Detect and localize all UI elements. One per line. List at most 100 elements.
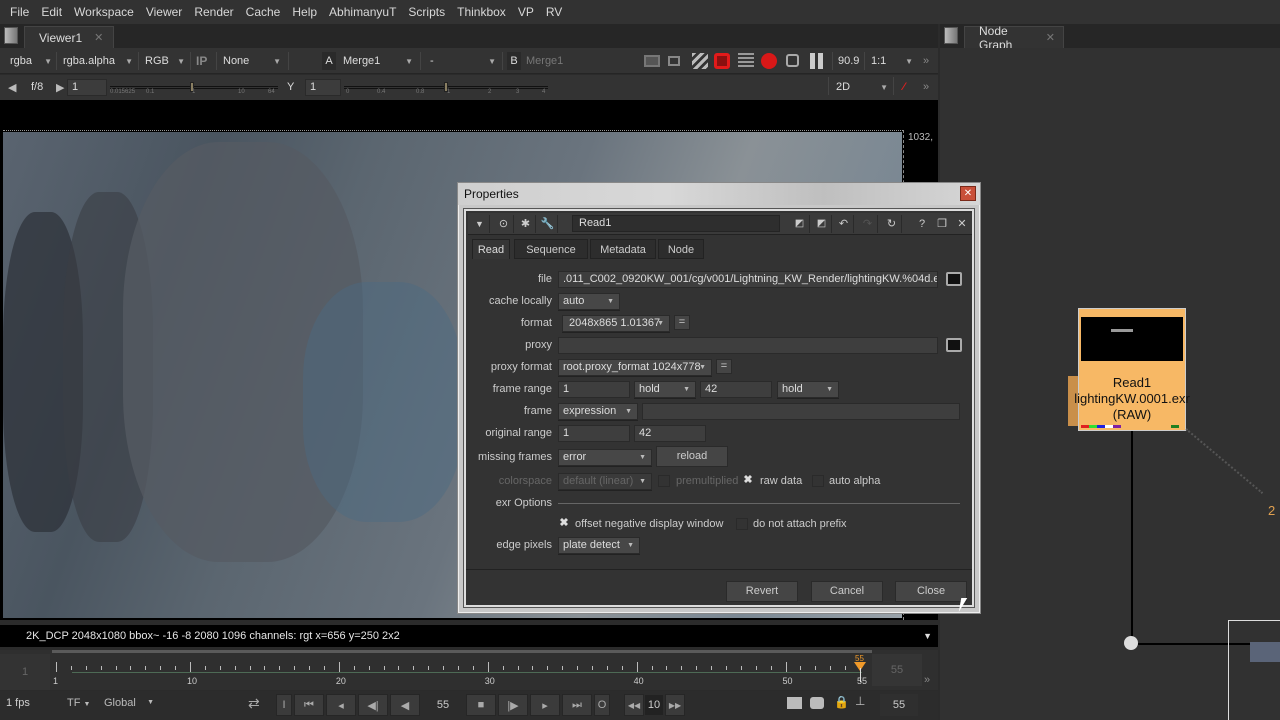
roi-icon[interactable] [786,54,799,67]
tab-viewer1[interactable]: Viewer1 ✕ [24,26,114,48]
frame-mode-dropdown[interactable]: expression ▼ [558,403,638,420]
missing-frames-dropdown[interactable]: error ▼ [558,449,652,466]
pause-icon[interactable] [810,53,823,69]
loop-mode-icon[interactable]: ⇄ [248,695,260,712]
tab-sequence[interactable]: Sequence [514,239,588,259]
flipbook-icon[interactable] [787,697,802,709]
menu-render[interactable]: Render [188,5,239,19]
tab-metadata[interactable]: Metadata [590,239,656,259]
timeline-scale[interactable]: 1 10 20 30 40 50 55 55 [52,654,867,688]
pane-menu-handle[interactable] [944,27,958,44]
current-frame-input[interactable]: 55 [425,694,461,716]
play-backward-icon[interactable]: ◀ [390,694,420,716]
cache-locally-dropdown[interactable]: auto ▼ [558,293,620,310]
close-icon[interactable]: ✕ [960,186,976,201]
format-edit-button[interactable]: = [674,315,690,330]
cancel-button[interactable]: Cancel [811,581,883,602]
original-range-start-input[interactable]: 1 [558,425,630,442]
expand-toolbar-icon[interactable]: » [923,78,929,96]
original-range-end-input[interactable]: 42 [634,425,706,442]
offset-negative-checkbox[interactable]: ✖ [558,518,570,530]
frame-expression-input[interactable] [642,403,960,420]
first-frame-icon[interactable]: ⏮ [294,694,324,716]
last-frame-icon[interactable]: ⏭ [562,694,592,716]
step-increment-input[interactable]: 10 [645,695,663,715]
wrench-icon[interactable]: 🔧 [538,215,558,233]
reload-button[interactable]: reload [656,446,728,467]
skip-back-icon[interactable]: ◀◀ [624,694,644,716]
out-frame-input[interactable]: 55 [880,694,918,716]
redo-icon[interactable]: ↷ [858,215,878,233]
menu-file[interactable]: File [4,5,35,19]
timeline-end-frame[interactable]: 55 [872,654,922,686]
region-of-interest-icon[interactable] [644,55,660,67]
ip-button[interactable]: IP [196,52,207,70]
auto-alpha-checkbox[interactable] [812,475,824,487]
color-swatch-icon[interactable]: ◩ [790,215,810,233]
safe-area-icon[interactable] [668,56,680,66]
file-input[interactable]: .011_C002_0920KW_001/cg/v001/Lightning_K… [558,271,938,288]
close-button[interactable]: Close [895,581,967,602]
close-icon[interactable]: ✕ [94,31,103,44]
help-icon[interactable]: ? [912,215,932,233]
menu-viewer[interactable]: Viewer [140,5,188,19]
lock-icon[interactable]: 🔒 [834,695,849,709]
dot-node[interactable] [1124,636,1138,650]
close-icon[interactable]: ✕ [952,215,972,233]
expand-toolbar-icon[interactable]: » [923,52,929,70]
revert-icon[interactable]: ↻ [882,215,902,233]
collapse-icon[interactable]: ▼ [470,215,490,233]
fstop-increase-icon[interactable]: ▶ [56,78,64,96]
after-mode-dropdown[interactable]: hold ▼ [777,381,839,398]
frame-range-icon[interactable]: ⊥ [855,694,865,708]
folder-browse-icon[interactable] [946,338,962,352]
no-prefix-checkbox[interactable] [736,518,748,530]
close-icon[interactable]: ✕ [1046,31,1055,44]
step-back-icon[interactable]: ◀| [358,694,388,716]
display-dropdown[interactable]: RGB ▼ [145,52,185,70]
ratio-dropdown[interactable]: 1:1 ▼ [871,52,913,70]
record-icon[interactable] [810,697,824,709]
read1-node[interactable]: Read1 lightingKW.0001.exr (RAW) [1074,308,1190,431]
before-mode-dropdown[interactable]: hold ▼ [634,381,696,398]
proxy-format-dropdown[interactable]: root.proxy_format 1024x778 ▼ [558,359,712,376]
backdrop-node[interactable] [1228,620,1280,720]
wipe-mode-dropdown[interactable]: - ▼ [430,52,496,70]
frame-range-end-input[interactable]: 42 [700,381,772,398]
dialog-title-bar[interactable]: Properties [458,183,980,205]
menu-vp[interactable]: VP [512,5,540,19]
in-point-button[interactable]: I [276,694,292,716]
prev-keyframe-icon[interactable]: ◂ [326,694,356,716]
tab-node[interactable]: Node [658,239,704,259]
float-icon[interactable]: ❐ [932,215,952,233]
channels-dropdown[interactable]: rgba ▼ [10,52,52,70]
skip-forward-icon[interactable]: ▶▶ [665,694,685,716]
gamma-input[interactable]: 1 [305,79,341,96]
stop-icon[interactable]: ■ [466,694,496,716]
step-forward-icon[interactable]: |▶ [498,694,528,716]
gain-input[interactable]: 1 [67,79,107,96]
menu-abhimanyut[interactable]: AbhimanyuT [323,5,402,19]
gamma-slider[interactable]: 0 0.4 0.8 1 2 3 4 [344,79,548,96]
edge-pixels-dropdown[interactable]: plate detect ▼ [558,537,640,554]
premultiplied-checkbox[interactable] [658,475,670,487]
colorspace-dropdown[interactable]: default (linear) ▼ [558,473,652,490]
proxy-format-edit-button[interactable]: = [716,359,732,374]
frame-range-start-input[interactable]: 1 [558,381,630,398]
expand-icon[interactable]: » [924,674,930,686]
menu-thinkbox[interactable]: Thinkbox [451,5,512,19]
paint-brush-icon[interactable]: ⁄ [903,78,905,96]
pane-menu-handle[interactable] [4,27,18,44]
tab-node-graph[interactable]: Node Graph ✕ [964,24,1064,52]
range-mode-dropdown[interactable]: Global ▼ [104,697,154,709]
format-dropdown[interactable]: 2048x865 1.01367 ▼ [562,315,670,332]
zoom-value[interactable]: 90.9 [838,52,859,70]
revert-button[interactable]: Revert [726,581,798,602]
b-input-dropdown[interactable]: Merge1 [526,52,598,70]
info-expand-icon[interactable]: ▼ [923,625,932,647]
fstop-decrease-icon[interactable]: ◀ [8,78,16,96]
a-input-dropdown[interactable]: Merge1 ▼ [343,52,413,70]
pause-render-icon[interactable] [761,53,777,69]
view-mode-dropdown[interactable]: 2D ▼ [836,78,888,96]
gain-slider[interactable]: 0.015625 0.1 1 10 64 [110,79,278,96]
